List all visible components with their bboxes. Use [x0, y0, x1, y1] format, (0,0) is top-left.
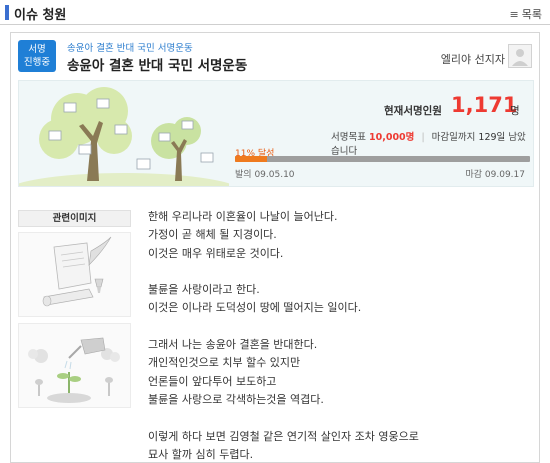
body-line: 이것은 매우 위태로운 것이다.	[148, 246, 284, 260]
end-label: 마감	[465, 170, 483, 180]
body-line: 그래서 나는 송윤아 결혼을 반대한다.	[148, 338, 318, 352]
list-icon: ≡	[509, 8, 519, 21]
section-title: 이슈 청원	[14, 8, 67, 23]
petition-body: 한해 우리나라 이혼율이 나날이 늘어난다. 가정이 곧 해체 될 지경이다. 이것…	[148, 208, 538, 463]
section-header: 이슈 청원 ≡ 목록	[0, 0, 550, 25]
end-date-value: 09.09.17	[484, 170, 525, 180]
body-line: 가정이 곧 해체 될 지경이다.	[148, 228, 277, 242]
trees-illustration	[19, 87, 229, 186]
breadcrumb[interactable]: 송윤아 결혼 반대 국민 서명운동	[67, 40, 193, 54]
section-marker	[5, 5, 9, 20]
end-date: 마감 09.09.17	[465, 167, 525, 180]
current-signers-label: 현재서명인원	[384, 105, 442, 117]
body-line: 한해 우리나라 이혼율이 나날이 늘어난다.	[148, 210, 338, 223]
body-line: 개인적인것으로 치부 할수 있지만	[148, 356, 301, 370]
related-image-1[interactable]	[18, 232, 131, 317]
divider: |	[421, 132, 425, 143]
author-name[interactable]: 엘리야 선지자	[441, 51, 505, 67]
start-date: 발의 09.05.10	[235, 167, 295, 180]
list-button[interactable]: ≡ 목록	[510, 6, 542, 22]
status-badge: 서명 진행중	[18, 40, 56, 72]
petition-card: 서명 진행중 송윤아 결혼 반대 국민 서명운동 송윤아 결혼 반대 국민 서명…	[10, 32, 540, 463]
current-signers-count: 1,171	[451, 93, 518, 117]
goal-value: 10,000명	[369, 132, 415, 143]
deadline-label: 마감일까지	[431, 132, 476, 143]
watering-plant-icon	[28, 337, 120, 403]
avatar[interactable]	[508, 44, 532, 68]
goal-label: 서명목표	[331, 132, 366, 143]
start-date-value: 09.05.10	[254, 170, 295, 180]
status-line-2: 진행중	[23, 57, 51, 68]
start-label: 발의	[235, 170, 252, 180]
body-line: 불륜을 사랑이라고 한다.	[148, 283, 260, 297]
petition-summary-panel: 현재서명인원 1,171 명 서명목표 10,000명 | 마감일까지 129일…	[18, 80, 534, 187]
goal-line: 서명목표 10,000명 | 마감일까지 129일 남았습니다	[331, 129, 533, 157]
body-line: 이것은 이나라 도덕성이 땅에 떨어지는 일이다.	[148, 301, 362, 315]
document-quill-icon	[42, 236, 112, 307]
status-line-1: 서명	[28, 44, 46, 55]
user-icon	[512, 49, 528, 66]
related-image-2[interactable]	[18, 323, 131, 408]
body-line: 이렇게 하다 보면 김영철 같은 연기적 살인자 조차 영웅으로	[148, 429, 419, 443]
list-label: 목록	[521, 8, 542, 21]
related-images-heading: 관련이미지	[18, 210, 131, 227]
progress-bar	[235, 156, 530, 162]
progress-fill	[235, 156, 268, 162]
deadline-days: 129일	[478, 132, 506, 143]
body-line: 언론들이 앞다투어 보도하고	[148, 374, 277, 388]
current-signers-unit: 명	[510, 105, 520, 117]
body-line: 불륜을 사랑으로 각색하는것을 역겹다.	[148, 392, 324, 406]
body-line: 묘사 할까 심히 두렵다.	[148, 447, 254, 461]
petition-title: 송윤아 결혼 반대 국민 서명운동	[67, 58, 248, 74]
